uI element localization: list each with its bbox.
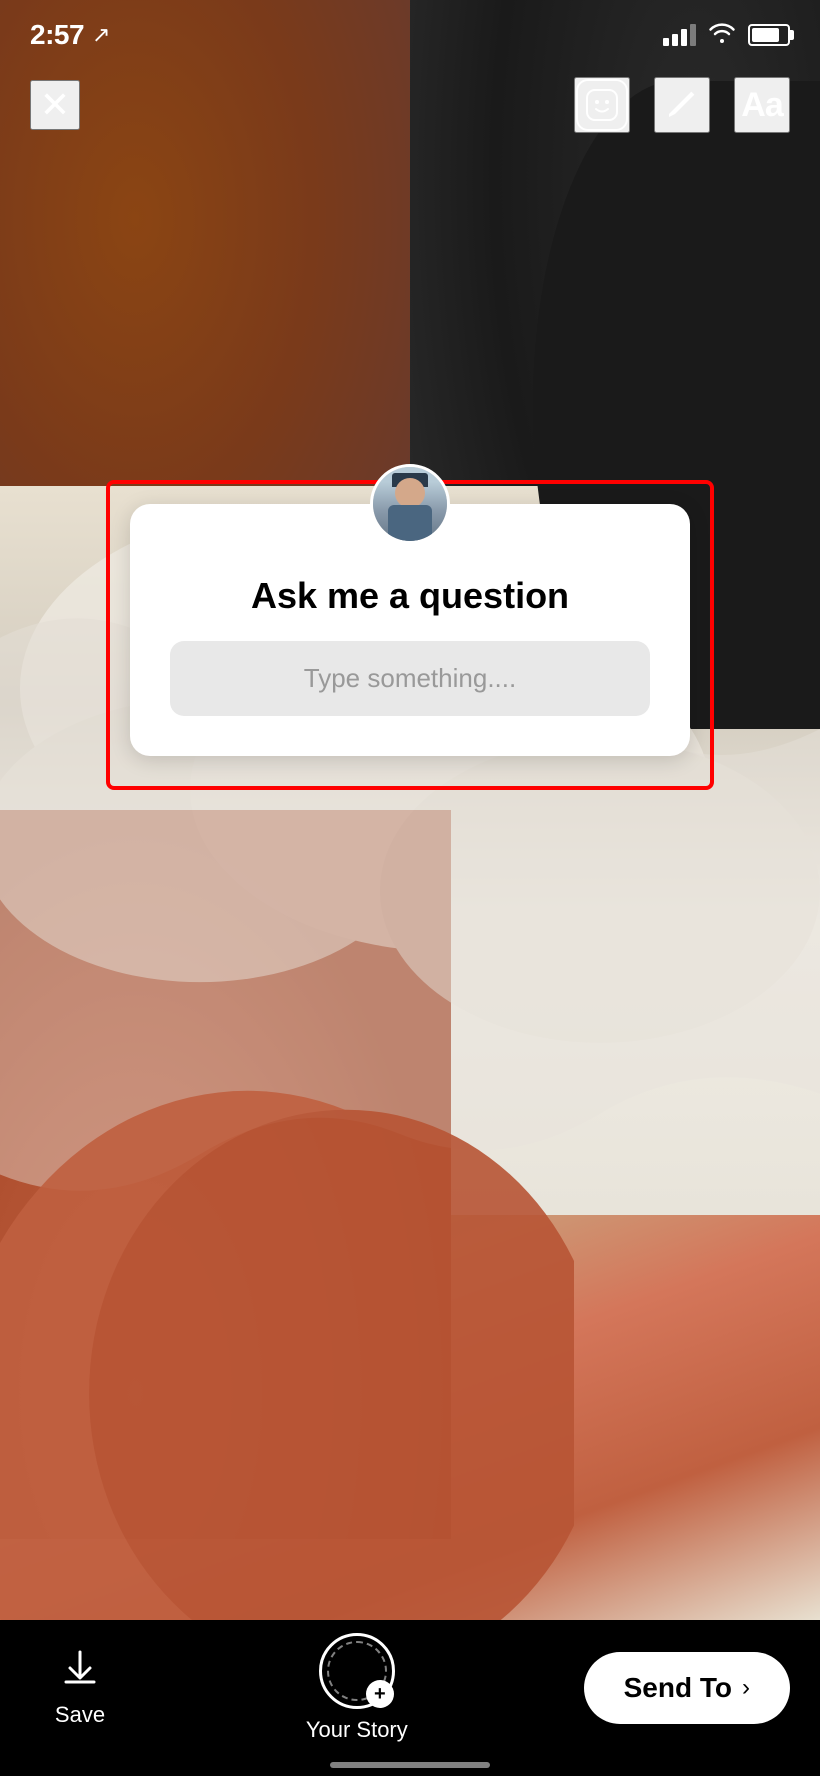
draw-button[interactable]	[654, 77, 710, 133]
status-bar: 2:57 ↗	[0, 0, 820, 60]
location-icon: ↗	[92, 22, 110, 48]
save-label: Save	[55, 1702, 105, 1728]
status-icons	[663, 21, 790, 49]
sticker-button[interactable]	[574, 77, 630, 133]
send-to-chevron-icon: ›	[742, 1674, 750, 1702]
question-placeholder: Type something....	[304, 663, 516, 693]
send-to-label: Send To	[624, 1672, 732, 1704]
question-input-box[interactable]: Type something....	[170, 641, 650, 716]
close-button[interactable]: ✕	[30, 80, 80, 130]
send-to-button[interactable]: Send To ›	[584, 1652, 790, 1724]
top-toolbar: ✕ Aa	[0, 60, 820, 150]
status-time: 2:57	[30, 19, 84, 51]
save-icon	[60, 1648, 100, 1694]
red-border-box: Ask me a question Type something....	[106, 480, 714, 790]
bottom-toolbar: Save + Your Story Send To ›	[0, 1620, 820, 1776]
text-button[interactable]: Aa	[734, 77, 790, 133]
toolbar-right: Aa	[574, 77, 790, 133]
story-plus-icon: +	[366, 1680, 394, 1708]
user-avatar	[370, 464, 450, 544]
story-circle: +	[319, 1633, 395, 1709]
text-icon: Aa	[741, 86, 782, 125]
your-story-label: Your Story	[306, 1717, 408, 1743]
your-story-button[interactable]: + Your Story	[306, 1633, 408, 1743]
battery-icon	[748, 24, 790, 46]
sticker-icon	[576, 79, 628, 131]
question-title: Ask me a question	[170, 574, 650, 617]
save-button[interactable]: Save	[30, 1648, 130, 1728]
wifi-icon	[708, 21, 736, 49]
question-widget-container: Ask me a question Type something....	[106, 480, 714, 790]
background-photo	[0, 0, 820, 1620]
question-card: Ask me a question Type something....	[130, 504, 690, 756]
close-icon: ✕	[40, 87, 70, 123]
signal-bars-icon	[663, 24, 696, 46]
home-indicator	[330, 1762, 490, 1768]
pencil-icon	[664, 86, 700, 125]
